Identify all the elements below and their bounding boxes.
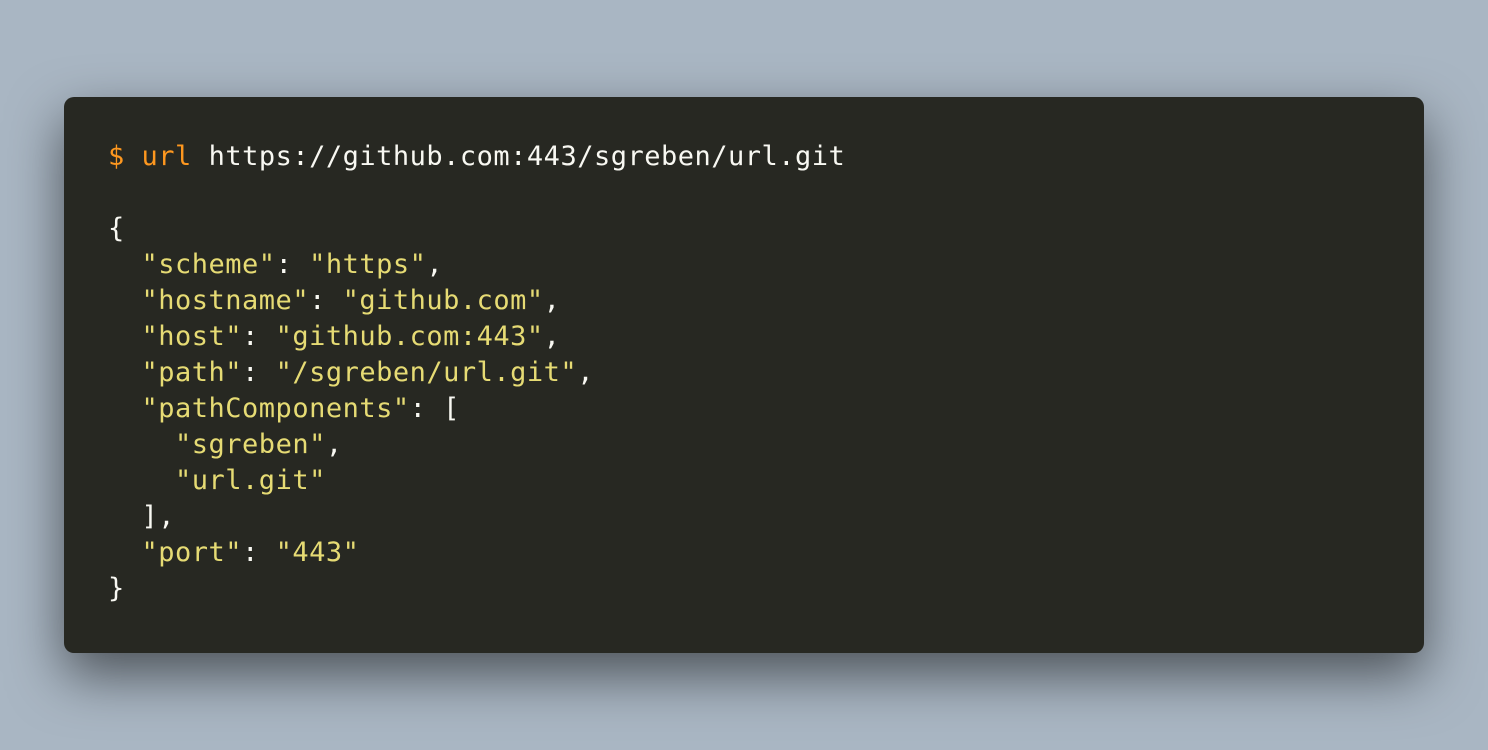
json-value: "443": [275, 537, 360, 568]
json-value: "https": [309, 249, 427, 280]
json-array-open: [: [443, 393, 460, 424]
json-line-scheme: "scheme": "https",: [141, 249, 444, 280]
json-close-brace: }: [108, 573, 125, 604]
command-name: url: [141, 141, 192, 172]
json-value: "/sgreben/url.git": [275, 357, 578, 388]
json-array-item: "url.git": [175, 465, 326, 496]
command-line: $ url https://github.com:443/sgreben/url…: [108, 139, 845, 175]
json-open-brace: {: [108, 213, 125, 244]
json-key: "pathComponents": [141, 393, 410, 424]
json-key: "hostname": [141, 285, 310, 316]
json-value: "github.com:443": [275, 321, 544, 352]
json-value: "github.com": [342, 285, 544, 316]
terminal-window: $ url https://github.com:443/sgreben/url…: [64, 97, 1424, 653]
json-array-item: "sgreben",: [175, 429, 343, 460]
json-key: "port": [141, 537, 243, 568]
json-line-path-components: "pathComponents": [: [141, 393, 460, 424]
prompt-symbol: $: [108, 141, 125, 172]
json-key: "scheme": [141, 249, 276, 280]
json-key: "path": [141, 357, 243, 388]
json-line-path: "path": "/sgreben/url.git",: [141, 357, 594, 388]
terminal-output: $ url https://github.com:443/sgreben/url…: [108, 139, 845, 607]
json-key: "host": [141, 321, 243, 352]
command-argument: https://github.com:443/sgreben/url.git: [208, 141, 846, 172]
page-background: { "terminal": { "command": { "prompt": "…: [0, 0, 1488, 750]
json-line-port: "port": "443": [141, 537, 360, 568]
json-line-host: "host": "github.com:443",: [141, 321, 561, 352]
json-array-close: ],: [141, 501, 176, 532]
json-line-hostname: "hostname": "github.com",: [141, 285, 561, 316]
